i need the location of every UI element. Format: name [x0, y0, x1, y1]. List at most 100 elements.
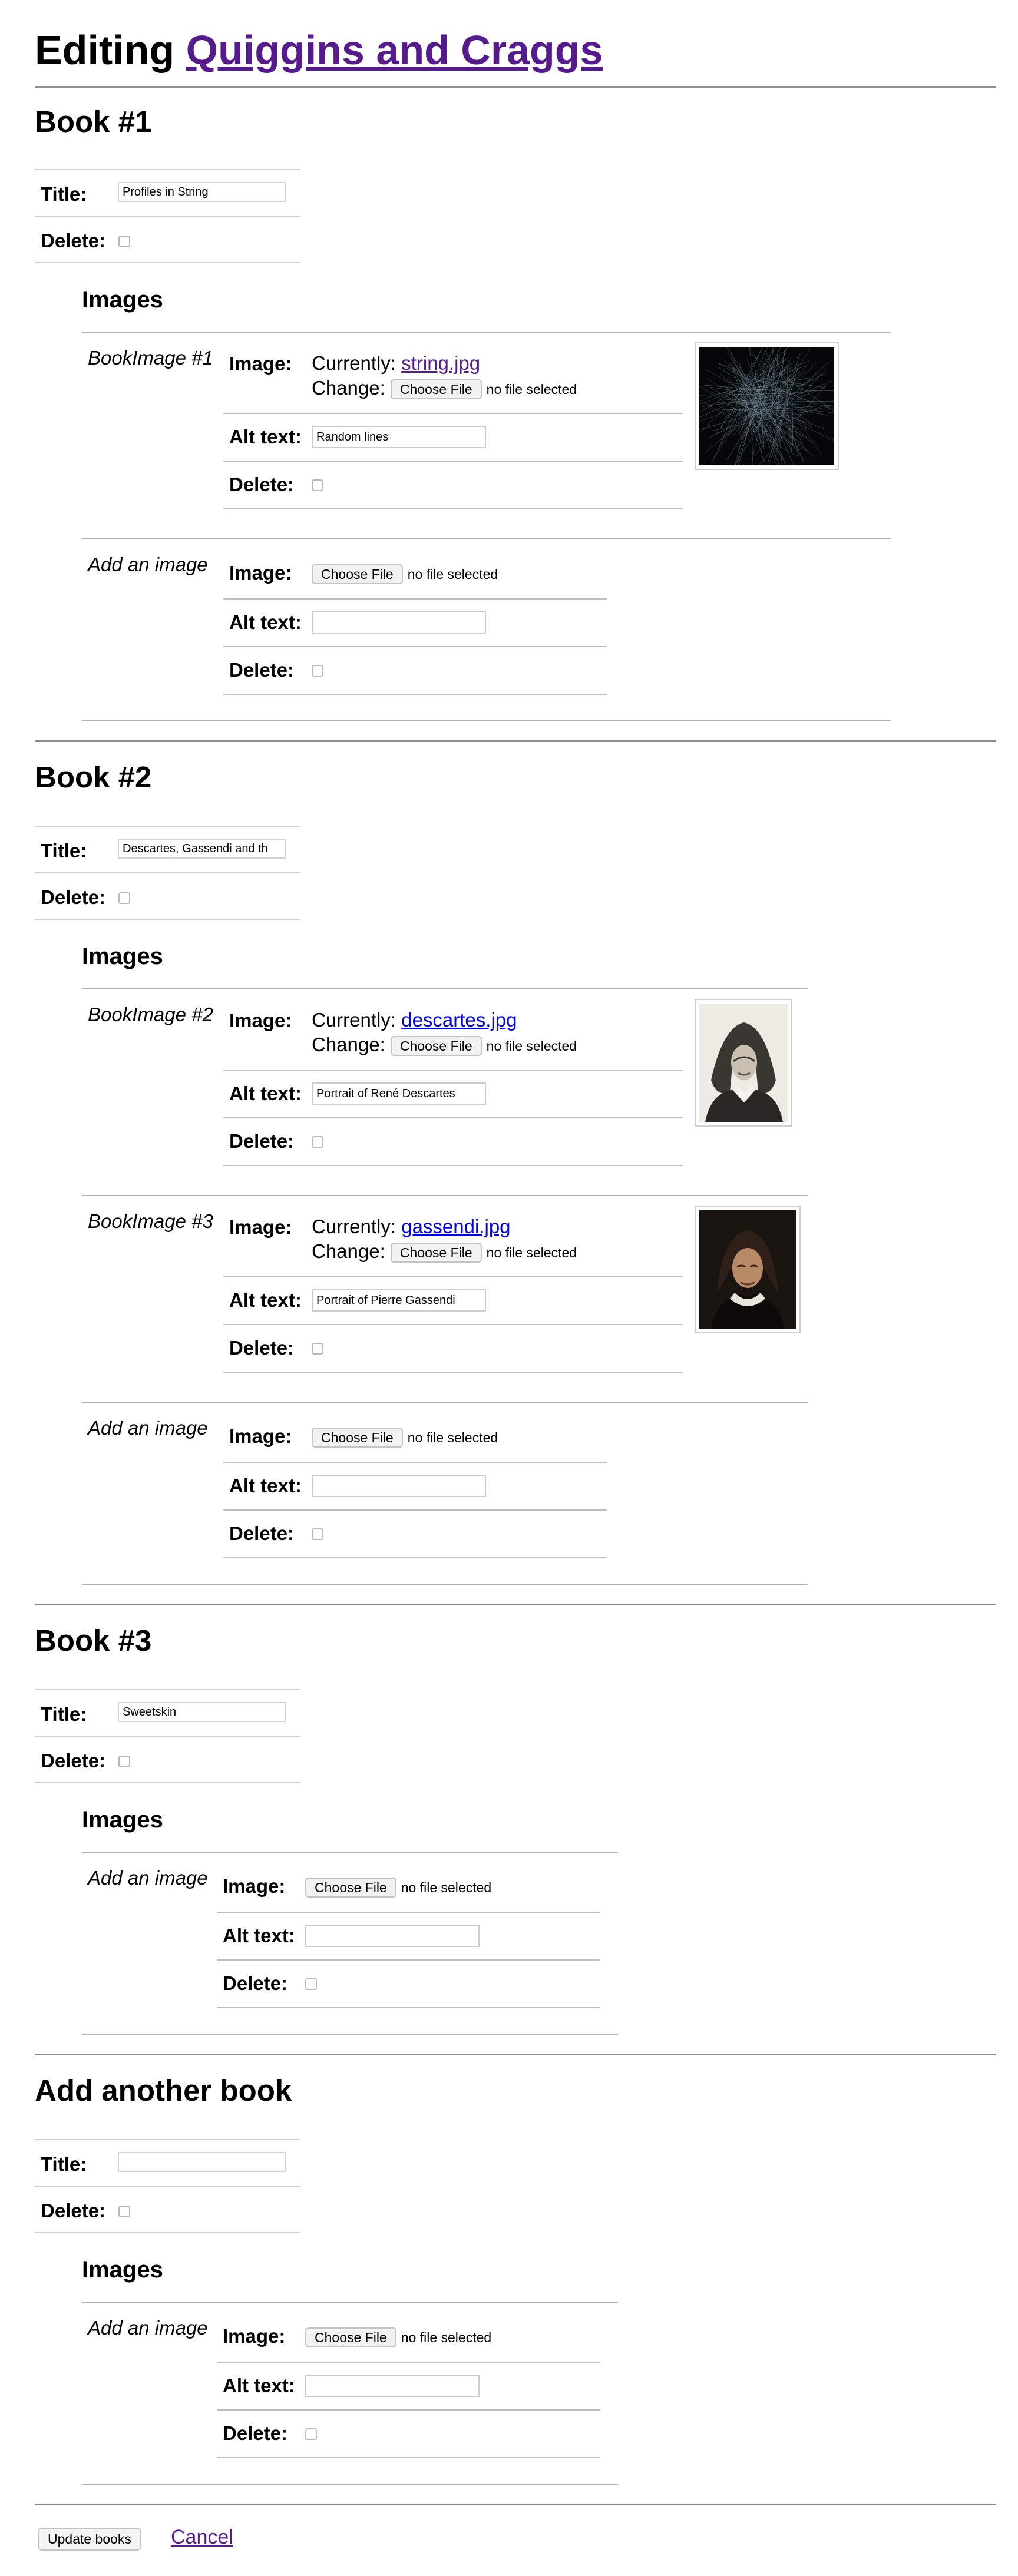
choose-file-button[interactable]: Choose File — [312, 564, 403, 584]
delete-label: Delete: — [41, 1750, 106, 1772]
delete-row: Delete: — [35, 216, 300, 263]
alt-text-input[interactable] — [305, 2375, 480, 2397]
title-row: Title: — [35, 2139, 300, 2186]
add-image-label: Add an image — [88, 554, 208, 575]
form-actions: Update books Cancel — [35, 2505, 996, 2576]
delete-label: Delete: — [41, 886, 106, 908]
gassendi-portrait — [699, 1210, 796, 1329]
alt-text-input[interactable] — [312, 611, 486, 634]
delete-label: Delete: — [229, 1337, 295, 1359]
delete-checkbox[interactable] — [305, 2428, 317, 2440]
delete-label: Delete: — [223, 1972, 288, 1994]
delete-checkbox[interactable] — [305, 1978, 317, 1990]
alt-text-label: Alt text: — [223, 2375, 295, 2396]
title-label: Title: — [41, 2153, 87, 2175]
lines-image — [690, 333, 845, 481]
image-label: Image: — [229, 1009, 292, 1031]
alt-text-input[interactable]: Portrait of René Descartes — [312, 1082, 486, 1105]
book-fields: Title: Profiles in String Delete: — [35, 169, 300, 263]
book-heading: Add another book — [35, 2074, 292, 2107]
delete-label: Delete: — [229, 1130, 295, 1152]
author-link[interactable]: Quiggins and Craggs — [186, 27, 603, 73]
choose-file-button[interactable]: Choose File — [305, 2327, 396, 2347]
add-image-row: Add an image Image: Choose File no file s… — [82, 1852, 618, 2035]
book-heading: Book #1 — [35, 105, 152, 138]
choose-file-button[interactable]: Choose File — [305, 1878, 396, 1898]
title-input[interactable] — [118, 2152, 286, 2172]
delete-label: Delete: — [229, 474, 295, 495]
edit-form: Editing Quiggins and Craggs Book #1 Titl… — [35, 0, 996, 2576]
image-label: Image: — [223, 2325, 286, 2347]
images-heading: Images — [82, 287, 163, 313]
add-image-row: Add an image Image: Choose File no file s… — [82, 1402, 808, 1585]
title-row: Title: Profiles in String — [35, 169, 300, 216]
alt-text-input[interactable] — [312, 1475, 486, 1497]
delete-checkbox[interactable] — [118, 236, 130, 247]
delete-checkbox[interactable] — [118, 1756, 130, 1767]
thumbnail — [695, 999, 792, 1127]
thumbnail — [695, 1206, 801, 1333]
add-image-row: Add an image Image: Choose File no file s… — [82, 2302, 618, 2485]
delete-row: Delete: — [35, 2186, 300, 2233]
title-row: Title: Descartes, Gassendi and th — [35, 826, 300, 872]
title-input[interactable]: Descartes, Gassendi and th — [118, 839, 286, 859]
image-row-label: BookImage #1 — [88, 347, 213, 369]
alt-text-input[interactable] — [305, 1925, 480, 1947]
choose-file-button[interactable]: Choose File — [390, 1036, 482, 1057]
current-image-link[interactable]: gassendi.jpg — [401, 1216, 510, 1237]
image-row: BookImage #2 Image: Currently: descartes… — [82, 988, 808, 1195]
add-image-row: Add an image Image: Choose File no file s… — [82, 538, 891, 721]
delete-checkbox[interactable] — [312, 1343, 323, 1355]
choose-file-button[interactable]: Choose File — [390, 379, 482, 400]
image-row: BookImage #1 Image: Currently: string.jp… — [82, 332, 891, 538]
alt-text-label: Alt text: — [223, 1925, 295, 1946]
title-input[interactable]: Profiles in String — [118, 182, 286, 202]
add-image-label: Add an image — [88, 1417, 208, 1439]
image-row-label: BookImage #2 — [88, 1004, 213, 1025]
image-row: BookImage #3 Image: Currently: gassendi.… — [82, 1195, 808, 1402]
title-label: Title: — [41, 840, 87, 862]
current-image-link[interactable]: string.jpg — [401, 352, 480, 374]
delete-label: Delete: — [229, 1522, 295, 1544]
delete-checkbox[interactable] — [312, 1528, 323, 1540]
delete-checkbox[interactable] — [312, 479, 323, 491]
images-heading: Images — [82, 2257, 163, 2283]
book-section: Add another book Title: Delete: Images A… — [35, 2055, 996, 2505]
images-inline: Images Add an image Image: Choose File no… — [82, 1806, 996, 2035]
alt-text-input[interactable]: Random lines — [312, 426, 486, 448]
images-heading: Images — [82, 943, 163, 969]
images-inline: Images BookImage #2 Image: Currently: de… — [82, 942, 996, 1585]
images-inline: Images BookImage #1 Image: Currently: st… — [82, 286, 996, 721]
title-row: Title: Sweetskin — [35, 1689, 300, 1736]
delete-label: Delete: — [41, 230, 106, 251]
descartes-portrait — [699, 1004, 788, 1122]
book-fields: Title: Descartes, Gassendi and th Delete… — [35, 826, 300, 920]
delete-checkbox[interactable] — [312, 1136, 323, 1148]
delete-label: Delete: — [223, 2422, 288, 2444]
current-image-link[interactable]: descartes.jpg — [401, 1009, 517, 1031]
add-image-label: Add an image — [88, 2317, 208, 2339]
image-row-label: BookImage #3 — [88, 1210, 213, 1232]
book-section: Book #1 Title: Profiles in String Delete… — [35, 88, 996, 742]
page-title: Editing Quiggins and Craggs — [35, 27, 603, 73]
title-input[interactable]: Sweetskin — [118, 1702, 286, 1722]
alt-text-label: Alt text: — [229, 1082, 302, 1104]
alt-text-input[interactable]: Portrait of Pierre Gassendi — [312, 1289, 486, 1312]
alt-text-label: Alt text: — [229, 611, 302, 633]
delete-checkbox[interactable] — [118, 2206, 130, 2217]
alt-text-label: Alt text: — [229, 426, 302, 448]
image-label: Image: — [229, 353, 292, 375]
title-label: Title: — [41, 1703, 87, 1725]
images-inline: Images Add an image Image: Choose File no… — [82, 2256, 996, 2485]
delete-row: Delete: — [35, 872, 300, 920]
cancel-link[interactable]: Cancel — [171, 2526, 233, 2549]
image-label: Image: — [229, 1216, 292, 1238]
alt-text-label: Alt text: — [229, 1289, 302, 1311]
delete-checkbox[interactable] — [118, 892, 130, 904]
update-books-button[interactable]: Update books — [38, 2528, 141, 2551]
choose-file-button[interactable]: Choose File — [390, 1243, 482, 1263]
book-heading: Book #3 — [35, 1624, 152, 1657]
delete-checkbox[interactable] — [312, 665, 323, 677]
choose-file-button[interactable]: Choose File — [312, 1428, 403, 1448]
book-section: Book #2 Title: Descartes, Gassendi and t… — [35, 742, 996, 1605]
